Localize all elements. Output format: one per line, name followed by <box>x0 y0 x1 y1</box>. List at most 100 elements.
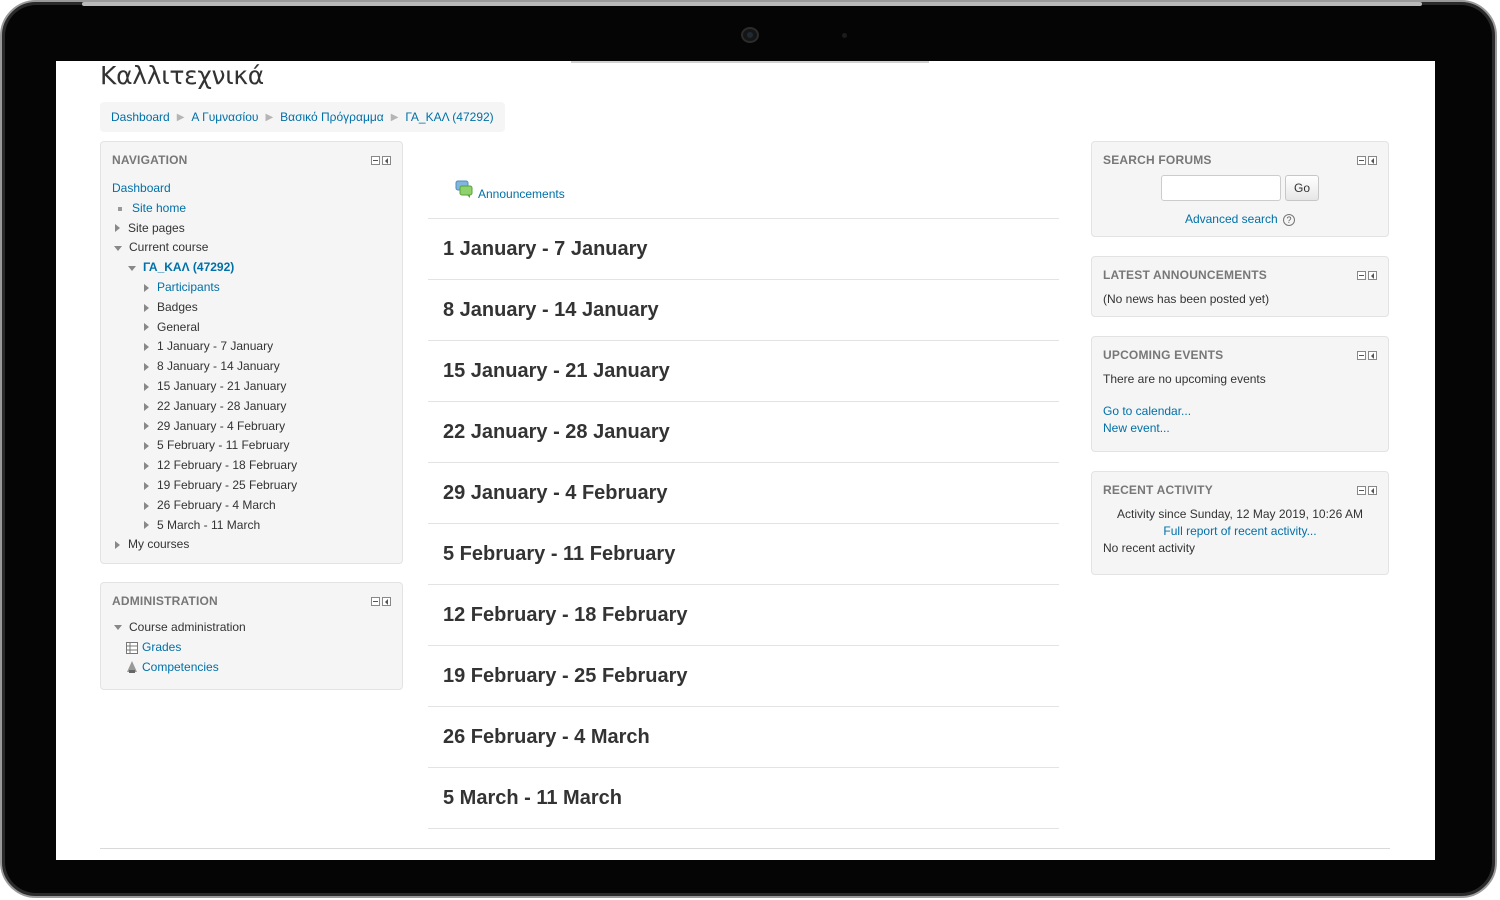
collapse-arrow-icon[interactable] <box>114 625 122 631</box>
search-forums-input[interactable] <box>1161 175 1281 201</box>
course-content: Announcements 1 January - 7 January 8 Ja… <box>428 141 1059 829</box>
help-icon[interactable]: ? <box>1283 213 1296 226</box>
nav-participants-link[interactable]: Participants <box>157 278 220 298</box>
course-section: 5 March - 11 March <box>428 768 1059 829</box>
advanced-search-link[interactable]: Advanced search <box>1185 212 1278 226</box>
section-title[interactable]: 15 January - 21 January <box>443 360 670 383</box>
expand-arrow-icon[interactable] <box>115 224 120 233</box>
expand-arrow-icon[interactable] <box>144 343 149 352</box>
administration-tree: Course administration Grades Competencie… <box>112 618 246 677</box>
nav-week-label: 29 January - 4 February <box>157 418 286 433</box>
breadcrumb-program[interactable]: Βασικό Πρόγραμμα <box>280 110 384 124</box>
section-title[interactable]: 26 February - 4 March <box>443 726 650 749</box>
collapse-arrow-icon[interactable] <box>114 245 122 251</box>
expand-arrow-icon[interactable] <box>144 442 149 451</box>
minimize-icon[interactable] <box>1357 486 1366 495</box>
minimize-icon[interactable] <box>1357 271 1366 280</box>
sensor-dot <box>842 33 847 38</box>
expand-arrow-icon[interactable] <box>144 481 149 490</box>
nav-item-badges[interactable]: Badges <box>112 298 297 318</box>
nav-week-label: 19 February - 25 February <box>157 477 298 492</box>
nav-item-general[interactable]: General <box>112 318 297 338</box>
expand-arrow-icon[interactable] <box>144 303 149 312</box>
grades-icon <box>126 641 138 654</box>
section-title[interactable]: 1 January - 7 January <box>443 238 648 261</box>
course-section: 8 January - 14 January <box>428 280 1059 341</box>
nav-item-week-10[interactable]: 5 March - 11 March <box>112 516 297 536</box>
upcoming-events-block: UPCOMING EVENTS There are no upcoming ev… <box>1091 336 1389 452</box>
section-title[interactable]: 29 January - 4 February <box>443 482 668 505</box>
new-event-link[interactable]: New event... <box>1103 421 1170 435</box>
expand-arrow-icon[interactable] <box>144 382 149 391</box>
nav-dashboard-link[interactable]: Dashboard <box>112 179 171 199</box>
section-title[interactable]: 12 February - 18 February <box>443 604 688 627</box>
admin-grades-link[interactable]: Grades <box>142 638 181 658</box>
dock-icon[interactable] <box>1368 486 1377 495</box>
dock-icon[interactable] <box>1368 271 1377 280</box>
section-title[interactable]: 19 February - 25 February <box>443 665 688 688</box>
nav-item-participants[interactable]: Participants <box>112 278 297 298</box>
go-button[interactable]: Go <box>1285 175 1319 201</box>
minimize-icon[interactable] <box>1357 351 1366 360</box>
breadcrumb-dashboard[interactable]: Dashboard <box>111 110 170 124</box>
expand-arrow-icon[interactable] <box>144 501 149 510</box>
block-controls <box>1357 271 1377 280</box>
expand-arrow-icon[interactable] <box>144 363 149 372</box>
nav-item-week-2[interactable]: 8 January - 14 January <box>112 357 297 377</box>
nav-item-my-courses[interactable]: My courses <box>112 535 297 555</box>
section-title[interactable]: 5 February - 11 February <box>443 543 675 566</box>
nav-item-week-9[interactable]: 26 February - 4 March <box>112 496 297 516</box>
section-title[interactable]: 5 March - 11 March <box>443 787 622 810</box>
breadcrumb-course[interactable]: ΓΑ_ΚΑΛ (47292) <box>405 110 493 124</box>
nav-item-week-3[interactable]: 15 January - 21 January <box>112 377 297 397</box>
nav-item-site-home[interactable]: Site home <box>112 199 297 219</box>
dock-icon[interactable] <box>382 156 391 165</box>
admin-course-administration-label: Course administration <box>129 620 246 634</box>
nav-item-week-1[interactable]: 1 January - 7 January <box>112 337 297 357</box>
dock-icon[interactable] <box>382 597 391 606</box>
dock-icon[interactable] <box>1368 351 1377 360</box>
nav-site-home-link[interactable]: Site home <box>132 199 186 219</box>
announcements-link[interactable]: Announcements <box>478 187 565 201</box>
nav-week-label: 12 February - 18 February <box>157 458 298 473</box>
no-events-text: There are no upcoming events <box>1103 372 1266 386</box>
breadcrumb-separator-icon: ▶ <box>390 111 399 123</box>
minimize-icon[interactable] <box>371 597 380 606</box>
nav-item-week-4[interactable]: 22 January - 28 January <box>112 397 297 417</box>
expand-arrow-icon[interactable] <box>144 422 149 431</box>
breadcrumb-separator-icon: ▶ <box>176 111 185 123</box>
nav-item-week-6[interactable]: 5 February - 11 February <box>112 436 297 456</box>
block-controls <box>371 156 391 165</box>
section-title[interactable]: 22 January - 28 January <box>443 421 670 444</box>
expand-arrow-icon[interactable] <box>144 521 149 530</box>
administration-block: ADMINISTRATION Course administration Gra… <box>100 582 403 690</box>
section-title[interactable]: 8 January - 14 January <box>443 299 659 322</box>
nav-item-current-course[interactable]: Current course <box>112 238 297 258</box>
expand-arrow-icon[interactable] <box>115 541 120 550</box>
nav-item-site-pages[interactable]: Site pages <box>112 219 297 239</box>
admin-item-grades[interactable]: Grades <box>112 638 246 658</box>
breadcrumb-grade[interactable]: Α Γυμνασίου <box>191 110 258 124</box>
minimize-icon[interactable] <box>1357 156 1366 165</box>
admin-item-competencies[interactable]: Competencies <box>112 658 246 678</box>
expand-arrow-icon[interactable] <box>144 462 149 471</box>
admin-competencies-link[interactable]: Competencies <box>142 658 219 678</box>
nav-course-link[interactable]: ΓΑ_ΚΑΛ (47292) <box>143 258 234 278</box>
nav-item-dashboard[interactable]: Dashboard <box>112 179 297 199</box>
nav-item-week-8[interactable]: 19 February - 25 February <box>112 476 297 496</box>
nav-item-week-7[interactable]: 12 February - 18 February <box>112 456 297 476</box>
dock-icon[interactable] <box>1368 156 1377 165</box>
expand-arrow-icon[interactable] <box>144 283 149 292</box>
course-section: 29 January - 4 February <box>428 463 1059 524</box>
collapse-arrow-icon[interactable] <box>128 265 136 271</box>
go-to-calendar-link[interactable]: Go to calendar... <box>1103 404 1191 418</box>
expand-arrow-icon[interactable] <box>144 402 149 411</box>
latest-announcements-block: LATEST ANNOUNCEMENTS (No news has been p… <box>1091 256 1389 317</box>
nav-item-course[interactable]: ΓΑ_ΚΑΛ (47292) <box>112 258 297 278</box>
minimize-icon[interactable] <box>371 156 380 165</box>
admin-item-course-administration[interactable]: Course administration <box>112 618 246 638</box>
nav-item-week-5[interactable]: 29 January - 4 February <box>112 417 297 437</box>
full-report-link[interactable]: Full report of recent activity... <box>1092 524 1388 538</box>
expand-arrow-icon[interactable] <box>144 323 149 332</box>
breadcrumb: Dashboard ▶ Α Γυμνασίου ▶ Βασικό Πρόγραμ… <box>100 102 505 132</box>
